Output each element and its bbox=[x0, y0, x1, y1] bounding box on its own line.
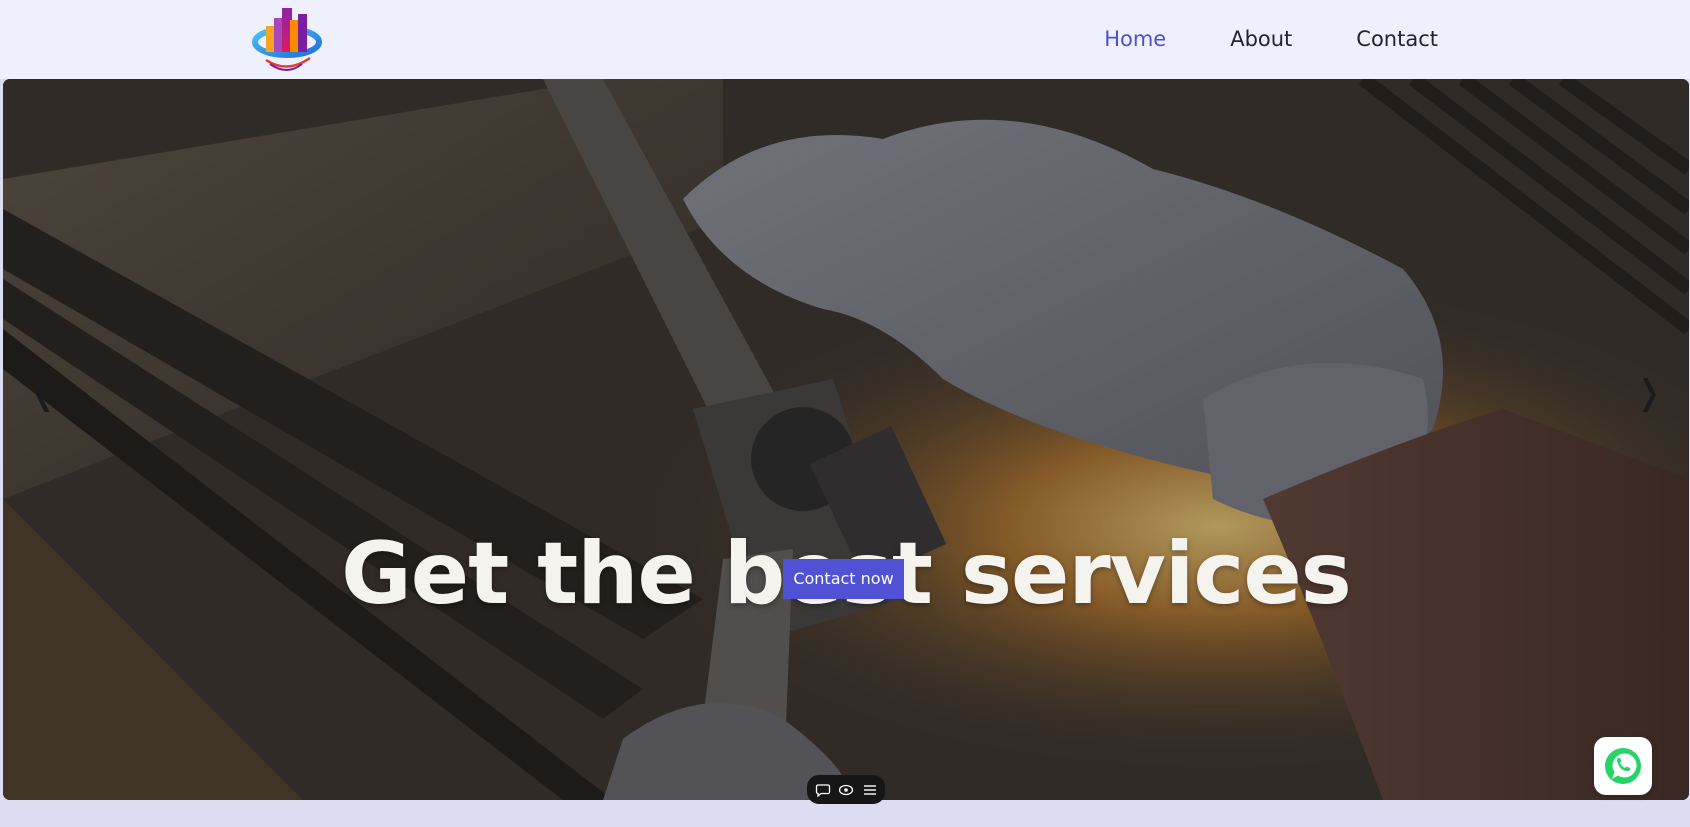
chat-icon[interactable] bbox=[815, 782, 831, 798]
slider-prev-arrow-icon[interactable]: ❬ bbox=[28, 369, 58, 417]
menu-icon[interactable] bbox=[862, 782, 878, 798]
site-header: Home About Contact bbox=[0, 0, 1690, 79]
logo-icon[interactable] bbox=[252, 4, 322, 72]
main-nav: Home About Contact bbox=[1104, 22, 1438, 56]
mini-toolbar bbox=[807, 775, 885, 804]
slider-next-arrow-icon[interactable]: ❭ bbox=[1634, 369, 1664, 417]
whatsapp-icon bbox=[1605, 748, 1641, 784]
whatsapp-button[interactable] bbox=[1594, 737, 1652, 795]
nav-item-home[interactable]: Home bbox=[1104, 22, 1166, 56]
eye-icon[interactable] bbox=[838, 782, 854, 798]
contact-now-button[interactable]: Contact now bbox=[783, 559, 904, 599]
hero-overlay bbox=[3, 79, 1689, 800]
nav-item-contact[interactable]: Contact bbox=[1356, 22, 1438, 56]
nav-item-about[interactable]: About bbox=[1230, 22, 1292, 56]
hero-slider: ❬ ❭ Get the best services bbox=[3, 79, 1689, 800]
